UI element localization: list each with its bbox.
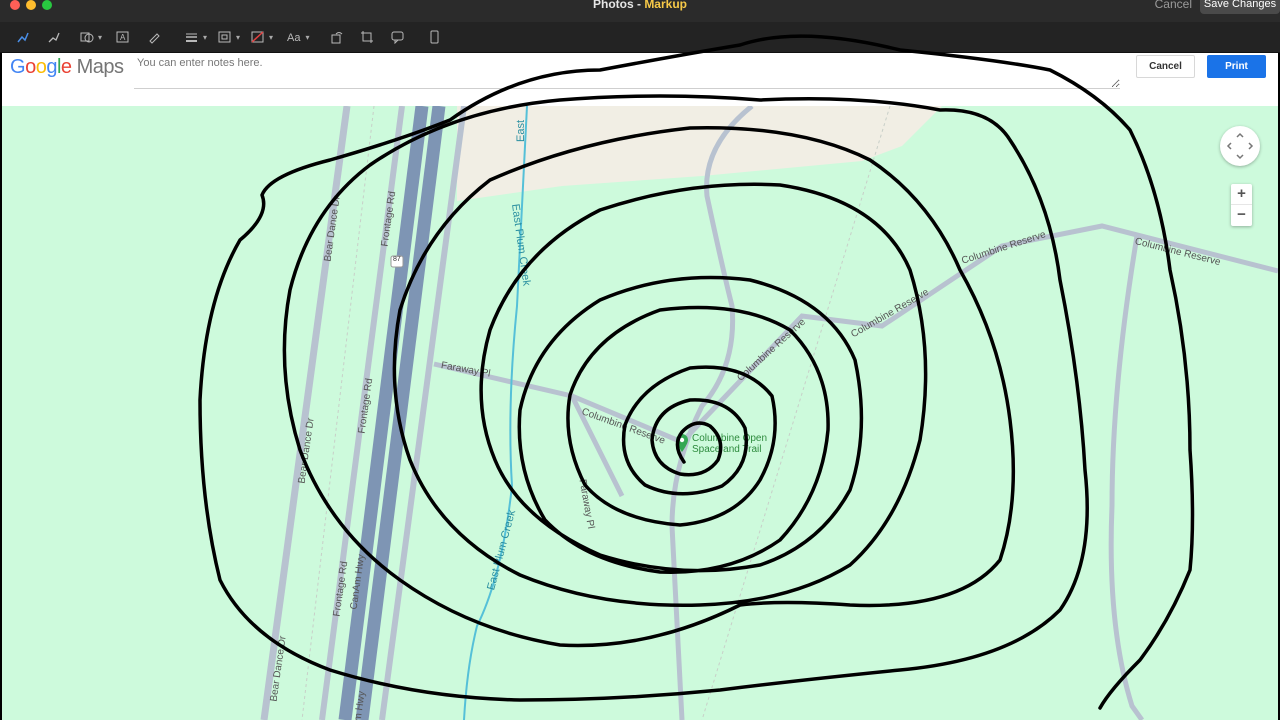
svg-text:A: A [120, 33, 126, 42]
notes-field[interactable] [134, 55, 1120, 89]
zoom-out-button[interactable]: − [1231, 205, 1252, 226]
cancel-button[interactable]: Cancel [1136, 55, 1195, 78]
park-pin-icon[interactable] [675, 433, 689, 458]
window-title: Photos - Markup [592, 0, 687, 11]
text-style-button[interactable]: Aa ▾ [287, 30, 309, 46]
shapes-tool-icon[interactable]: ▾ [80, 30, 102, 46]
print-header: Google Maps Cancel Print [2, 53, 1278, 106]
annotate-icon[interactable] [391, 30, 405, 46]
google-maps-logo: Google Maps [10, 56, 124, 79]
poi-label[interactable]: Columbine Open Space and Trail [692, 433, 767, 455]
beige-land-area [457, 106, 942, 201]
rotate-icon[interactable] [330, 30, 344, 46]
map-canvas[interactable]: Bear Dance Dr Bear Dance Dr Bear Dance D… [2, 106, 1278, 720]
titlebar-cancel-button[interactable]: Cancel [1155, 0, 1192, 11]
window-titlebar: Photos - Markup Cancel Save Changes [0, 0, 1280, 22]
creek-label: East [515, 119, 527, 142]
pan-control[interactable] [1220, 126, 1260, 166]
route-number: 87 [393, 256, 401, 263]
map-base-layer [260, 106, 1278, 720]
crop-icon[interactable] [360, 30, 374, 46]
logo-maps-text: Maps [76, 56, 124, 78]
faraway-road [433, 361, 625, 498]
sketch-tool-icon[interactable] [16, 30, 30, 46]
east-road [1108, 235, 1145, 720]
description-icon[interactable] [428, 30, 442, 46]
columbine-road [571, 223, 1278, 445]
zoom-in-button[interactable]: + [1231, 184, 1252, 205]
print-button[interactable]: Print [1207, 55, 1266, 78]
text-tool-icon[interactable]: A [116, 30, 130, 46]
logo-google-text: Google [10, 56, 72, 78]
border-color-icon[interactable]: ▾ [218, 30, 240, 46]
markup-toolbar: ▾ A ▾ ▾ ▾ Aa ▾ [0, 22, 1280, 53]
highway-canam [338, 106, 429, 720]
draw-tool-icon[interactable] [47, 30, 61, 46]
highway-canam-2 [355, 106, 446, 720]
zoom-control: + − [1231, 184, 1252, 226]
save-changes-button[interactable]: Save Changes [1200, 0, 1280, 14]
fill-color-icon[interactable]: ▾ [251, 30, 273, 46]
shape-style-icon[interactable]: ▾ [185, 30, 207, 46]
highlight-tool-icon[interactable] [147, 30, 161, 46]
railroad-dashed [701, 106, 891, 720]
